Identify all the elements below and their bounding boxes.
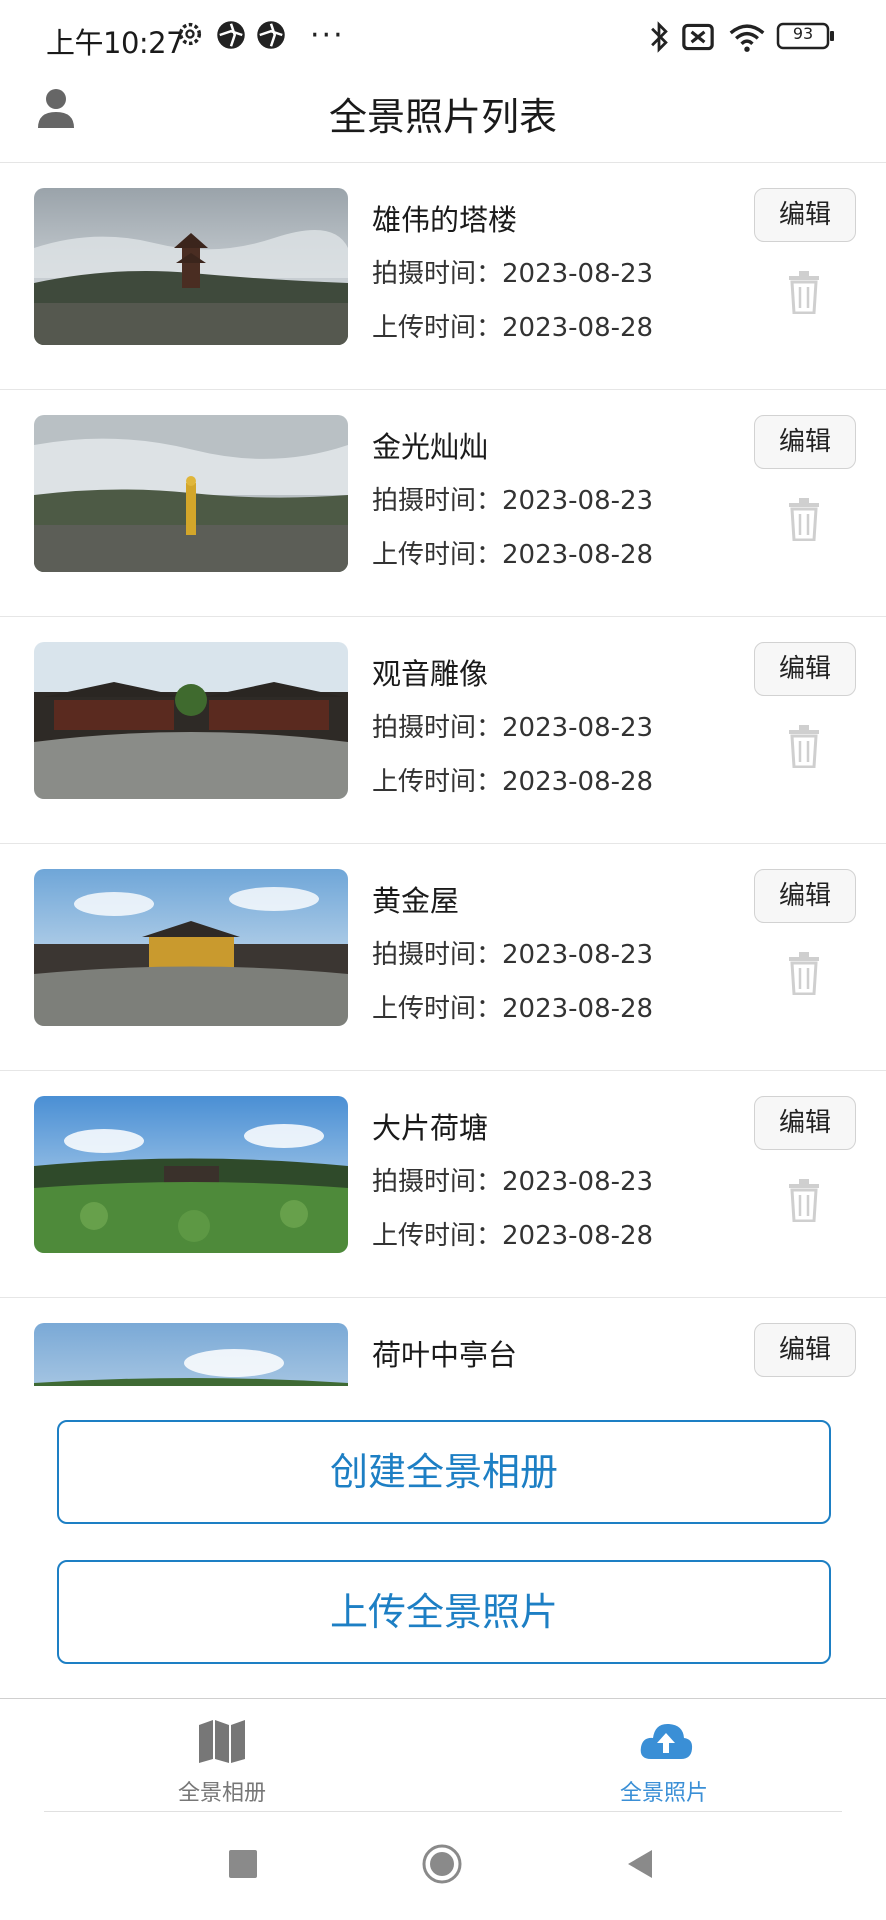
status-time: 上午10:27	[46, 26, 185, 60]
edit-button[interactable]: 编辑	[754, 1096, 856, 1150]
aperture-icon	[216, 20, 246, 54]
edit-button[interactable]: 编辑	[754, 869, 856, 923]
photo-shot-time: 拍摄时间：2023-08-23	[372, 940, 654, 970]
photo-thumbnail[interactable]	[34, 869, 348, 1026]
photo-thumbnail[interactable]	[34, 1096, 348, 1253]
header: 全景照片列表	[0, 78, 886, 163]
photo-upload-time: 上传时间：2023-08-28	[372, 313, 654, 343]
edit-button[interactable]: 编辑	[754, 188, 856, 242]
page-title: 全景照片列表	[328, 95, 557, 139]
settings-icon	[176, 20, 204, 52]
cloud-upload-icon	[639, 1719, 693, 1763]
wifi-icon	[728, 20, 766, 58]
system-navigation	[0, 1812, 886, 1920]
battery-level: 93	[792, 24, 814, 43]
photo-thumbnail[interactable]	[34, 642, 348, 799]
tab-photos[interactable]: 全景照片	[564, 1699, 764, 1813]
tab-photos-label: 全景照片	[619, 1781, 708, 1806]
photo-thumbnail[interactable]	[34, 188, 348, 345]
photo-shot-time: 拍摄时间：2023-08-23	[372, 259, 654, 289]
sim-icon	[680, 20, 716, 58]
trash-icon[interactable]	[787, 724, 821, 769]
recents-button[interactable]	[229, 1850, 257, 1878]
trash-icon[interactable]	[787, 1178, 821, 1223]
more-dots: ···	[310, 18, 345, 53]
photo-name: 金光灿灿	[372, 430, 489, 464]
home-button[interactable]	[422, 1844, 462, 1884]
photo-upload-time: 上传时间：2023-08-28	[372, 1221, 654, 1251]
photo-item[interactable]: 观音雕像 拍摄时间：2023-08-23 上传时间：2023-08-28 编辑	[0, 617, 886, 844]
photo-item[interactable]: 黄金屋 拍摄时间：2023-08-23 上传时间：2023-08-28 编辑	[0, 844, 886, 1071]
trash-icon[interactable]	[787, 497, 821, 542]
edit-button[interactable]: 编辑	[754, 642, 856, 696]
photo-shot-time: 拍摄时间：2023-08-23	[372, 1167, 654, 1197]
upload-photo-button[interactable]: 上传全景照片	[57, 1560, 831, 1664]
map-icon	[197, 1719, 247, 1763]
battery-icon: 93	[776, 20, 836, 56]
tab-albums-label: 全景相册	[177, 1781, 266, 1806]
photo-item[interactable]: 雄伟的塔楼 拍摄时间：2023-08-23 上传时间：2023-08-28 编辑	[0, 163, 886, 390]
aperture-icon-2	[256, 20, 286, 54]
photo-shot-time: 拍摄时间：2023-08-23	[372, 713, 654, 743]
photo-item[interactable]: 荷叶中亭台 编辑	[0, 1298, 886, 1386]
photo-item[interactable]: 大片荷塘 拍摄时间：2023-08-23 上传时间：2023-08-28 编辑	[0, 1071, 886, 1298]
trash-icon[interactable]	[787, 951, 821, 996]
photo-list[interactable]: 雄伟的塔楼 拍摄时间：2023-08-23 上传时间：2023-08-28 编辑…	[0, 163, 886, 1386]
photo-item[interactable]: 金光灿灿 拍摄时间：2023-08-23 上传时间：2023-08-28 编辑	[0, 390, 886, 617]
photo-name: 雄伟的塔楼	[372, 203, 518, 237]
tab-bar: 全景相册 全景照片	[0, 1698, 886, 1813]
create-album-button[interactable]: 创建全景相册	[57, 1420, 831, 1524]
tab-albums[interactable]: 全景相册	[122, 1699, 322, 1813]
photo-thumbnail[interactable]	[34, 1323, 348, 1386]
photo-name: 黄金屋	[372, 884, 460, 918]
back-button[interactable]	[626, 1848, 654, 1880]
photo-upload-time: 上传时间：2023-08-28	[372, 767, 654, 797]
photo-shot-time: 拍摄时间：2023-08-23	[372, 486, 654, 516]
photo-name: 观音雕像	[372, 657, 489, 691]
action-panel: 创建全景相册 上传全景照片	[0, 1386, 886, 1698]
edit-button[interactable]: 编辑	[754, 1323, 856, 1377]
bluetooth-icon	[648, 20, 670, 58]
status-bar: 上午10:27 ··· 93	[0, 0, 886, 78]
photo-upload-time: 上传时间：2023-08-28	[372, 994, 654, 1024]
trash-icon[interactable]	[787, 270, 821, 315]
photo-thumbnail[interactable]	[34, 415, 348, 572]
photo-name: 大片荷塘	[372, 1111, 489, 1145]
edit-button[interactable]: 编辑	[754, 415, 856, 469]
photo-upload-time: 上传时间：2023-08-28	[372, 540, 654, 570]
photo-name: 荷叶中亭台	[372, 1338, 518, 1372]
